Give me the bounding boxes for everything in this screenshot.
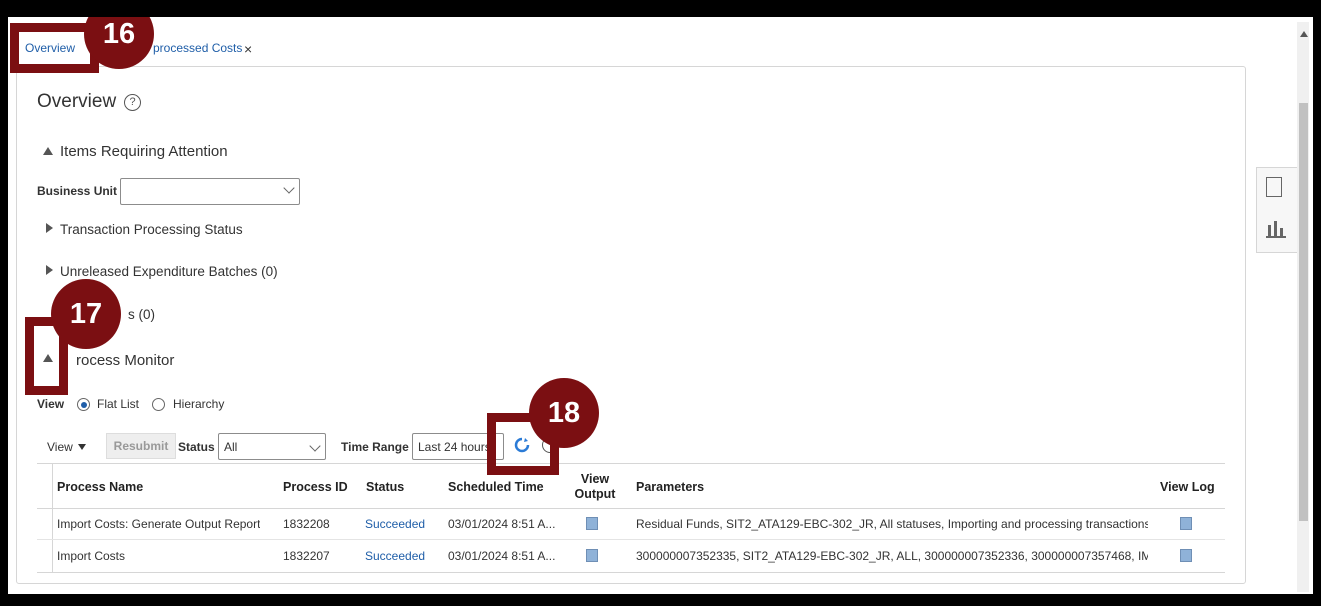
view-menu[interactable]: View: [47, 440, 73, 454]
expand-triangle-icon[interactable]: [46, 265, 53, 275]
row-process-id: 1832208: [283, 517, 330, 531]
subsection-transaction-processing-status[interactable]: Transaction Processing Status: [60, 222, 243, 237]
flat-list-label: Flat List: [97, 397, 140, 411]
section-items-requiring-attention[interactable]: Items Requiring Attention: [60, 143, 228, 160]
column-header-status[interactable]: Status: [366, 480, 404, 494]
column-header-view-log[interactable]: View Log: [1160, 480, 1215, 494]
row-scheduled-time: 03/01/2024 8:51 A...: [448, 517, 556, 531]
radio-hierarchy[interactable]: [152, 398, 165, 411]
status-label: Status: [178, 440, 215, 454]
row-process-name: Import Costs: Generate Output Report: [57, 517, 261, 531]
callout-18-badge: 18: [529, 378, 599, 448]
row-status-link[interactable]: Succeeded: [365, 517, 425, 531]
close-tab-icon[interactable]: ×: [244, 41, 252, 57]
business-unit-select[interactable]: [120, 178, 300, 205]
time-range-label: Time Range: [341, 440, 409, 454]
collapse-triangle-icon[interactable]: [43, 354, 53, 362]
scrollbar-thumb[interactable]: [1299, 103, 1308, 521]
subsection-unreleased-expenditure-batches[interactable]: Unreleased Expenditure Batches (0): [60, 264, 278, 279]
view-log-icon[interactable]: [1180, 517, 1192, 530]
row-process-name: Import Costs: [57, 549, 126, 563]
column-header-scheduled-time[interactable]: Scheduled Time: [448, 480, 544, 494]
callout-17-badge: 17: [51, 279, 121, 349]
page-title: Overview: [37, 91, 117, 112]
status-select-value: All: [224, 440, 238, 454]
time-range-value: Last 24 hours: [418, 440, 491, 454]
subsection-partial[interactable]: s (0): [128, 307, 155, 322]
table-top-border: [37, 463, 1225, 464]
column-header-view-output[interactable]: View Output: [569, 472, 621, 502]
view-log-icon[interactable]: [1180, 549, 1192, 562]
radio-flat-list[interactable]: [77, 398, 90, 411]
chevron-down-icon: [283, 182, 295, 194]
row-status-link[interactable]: Succeeded: [365, 549, 425, 563]
status-select[interactable]: All: [218, 433, 326, 460]
column-header-process-name[interactable]: Process Name: [57, 480, 143, 494]
expand-triangle-icon[interactable]: [46, 223, 53, 233]
business-unit-label: Business Unit: [37, 184, 118, 198]
scroll-up-arrow-icon[interactable]: [1300, 31, 1308, 37]
column-header-parameters[interactable]: Parameters: [636, 480, 704, 494]
view-label: View: [37, 397, 65, 411]
chevron-down-icon: [309, 440, 321, 452]
help-icon[interactable]: ?: [124, 94, 141, 111]
app-window: Overview processed Costs × Overview ? It…: [8, 17, 1313, 594]
resubmit-button[interactable]: Resubmit: [106, 433, 176, 459]
document-icon[interactable]: [1266, 177, 1282, 197]
row-parameters: 300000007352335, SIT2_ATA129-EBC-302_JR,…: [636, 549, 1148, 563]
row-parameters: Residual Funds, SIT2_ATA129-EBC-302_JR, …: [636, 517, 1148, 531]
row-scheduled-time: 03/01/2024 8:51 A...: [448, 549, 556, 563]
hierarchy-label: Hierarchy: [173, 397, 225, 411]
bar-chart-icon[interactable]: [1264, 217, 1288, 239]
column-header-process-id[interactable]: Process ID: [283, 480, 348, 494]
collapse-triangle-icon[interactable]: [43, 147, 53, 155]
table-bottom-border: [37, 572, 1225, 573]
caret-down-icon[interactable]: [78, 444, 86, 450]
tab-unprocessed-costs[interactable]: processed Costs: [153, 41, 242, 55]
view-output-icon[interactable]: [586, 549, 598, 562]
row-process-id: 1832207: [283, 549, 330, 563]
view-output-icon[interactable]: [586, 517, 598, 530]
section-process-monitor[interactable]: rocess Monitor: [76, 352, 174, 369]
